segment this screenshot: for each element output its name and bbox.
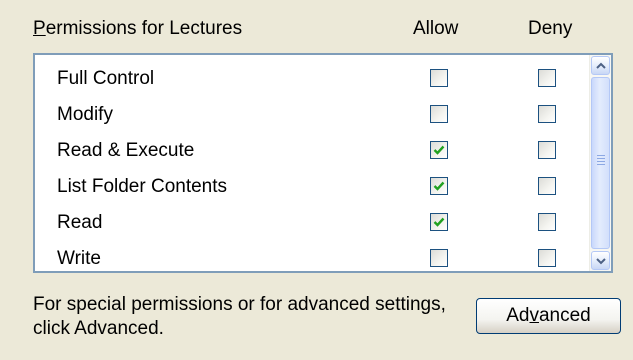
deny-checkbox[interactable]	[538, 249, 556, 267]
advanced-hint: For special permissions or for advanced …	[33, 293, 446, 341]
allow-checkbox[interactable]	[430, 105, 448, 123]
permission-row: Read	[35, 205, 590, 241]
advanced-label-after: anced	[538, 305, 591, 326]
deny-column-header: Deny	[528, 18, 573, 39]
permission-row: Full Control	[35, 61, 590, 97]
permissions-list[interactable]: Full Control Modify Read & Execute List Fol…	[33, 53, 613, 273]
allow-checkbox[interactable]	[430, 141, 448, 159]
advanced-button[interactable]: Advanced	[476, 298, 621, 334]
permission-row: List Folder Contents	[35, 169, 590, 205]
allow-checkbox[interactable]	[430, 69, 448, 87]
allow-checkbox[interactable]	[430, 177, 448, 195]
allow-checkbox[interactable]	[430, 249, 448, 267]
chevron-down-icon	[596, 258, 606, 265]
permission-label: Modify	[57, 104, 113, 125]
permission-row: Modify	[35, 97, 590, 133]
advanced-label-before: Ad	[506, 305, 530, 326]
permission-label: Full Control	[57, 68, 155, 89]
scroll-thumb[interactable]	[591, 77, 610, 249]
title-rest: ermissions for Lectures	[45, 18, 243, 39]
permission-label: List Folder Contents	[57, 176, 228, 197]
vertical-scrollbar[interactable]	[589, 55, 611, 271]
permission-label: Read & Execute	[57, 140, 195, 161]
allow-column-header: Allow	[413, 18, 459, 39]
scroll-down-button[interactable]	[591, 251, 610, 270]
deny-checkbox[interactable]	[538, 213, 556, 231]
deny-checkbox[interactable]	[538, 105, 556, 123]
advanced-hint-line1: For special permissions or for advanced …	[33, 294, 446, 315]
permission-label: Write	[57, 248, 101, 269]
check-mark-icon	[433, 217, 445, 227]
permission-label: Read	[57, 212, 103, 233]
permissions-title: Permissions for Lectures	[33, 18, 242, 40]
permissions-header: Permissions for Lectures Allow Deny	[33, 18, 613, 44]
check-mark-icon	[433, 181, 445, 191]
advanced-hint-line2: click Advanced.	[33, 318, 164, 339]
deny-checkbox[interactable]	[538, 69, 556, 87]
title-mnemonic: P	[33, 18, 46, 39]
chevron-up-icon	[596, 62, 606, 69]
permission-row: Read & Execute	[35, 133, 590, 169]
scroll-up-button[interactable]	[591, 56, 610, 75]
check-mark-icon	[433, 145, 445, 155]
deny-checkbox[interactable]	[538, 141, 556, 159]
deny-checkbox[interactable]	[538, 177, 556, 195]
allow-checkbox[interactable]	[430, 213, 448, 231]
advanced-label-mnemonic: v	[529, 305, 539, 326]
permission-row: Write	[35, 241, 590, 277]
